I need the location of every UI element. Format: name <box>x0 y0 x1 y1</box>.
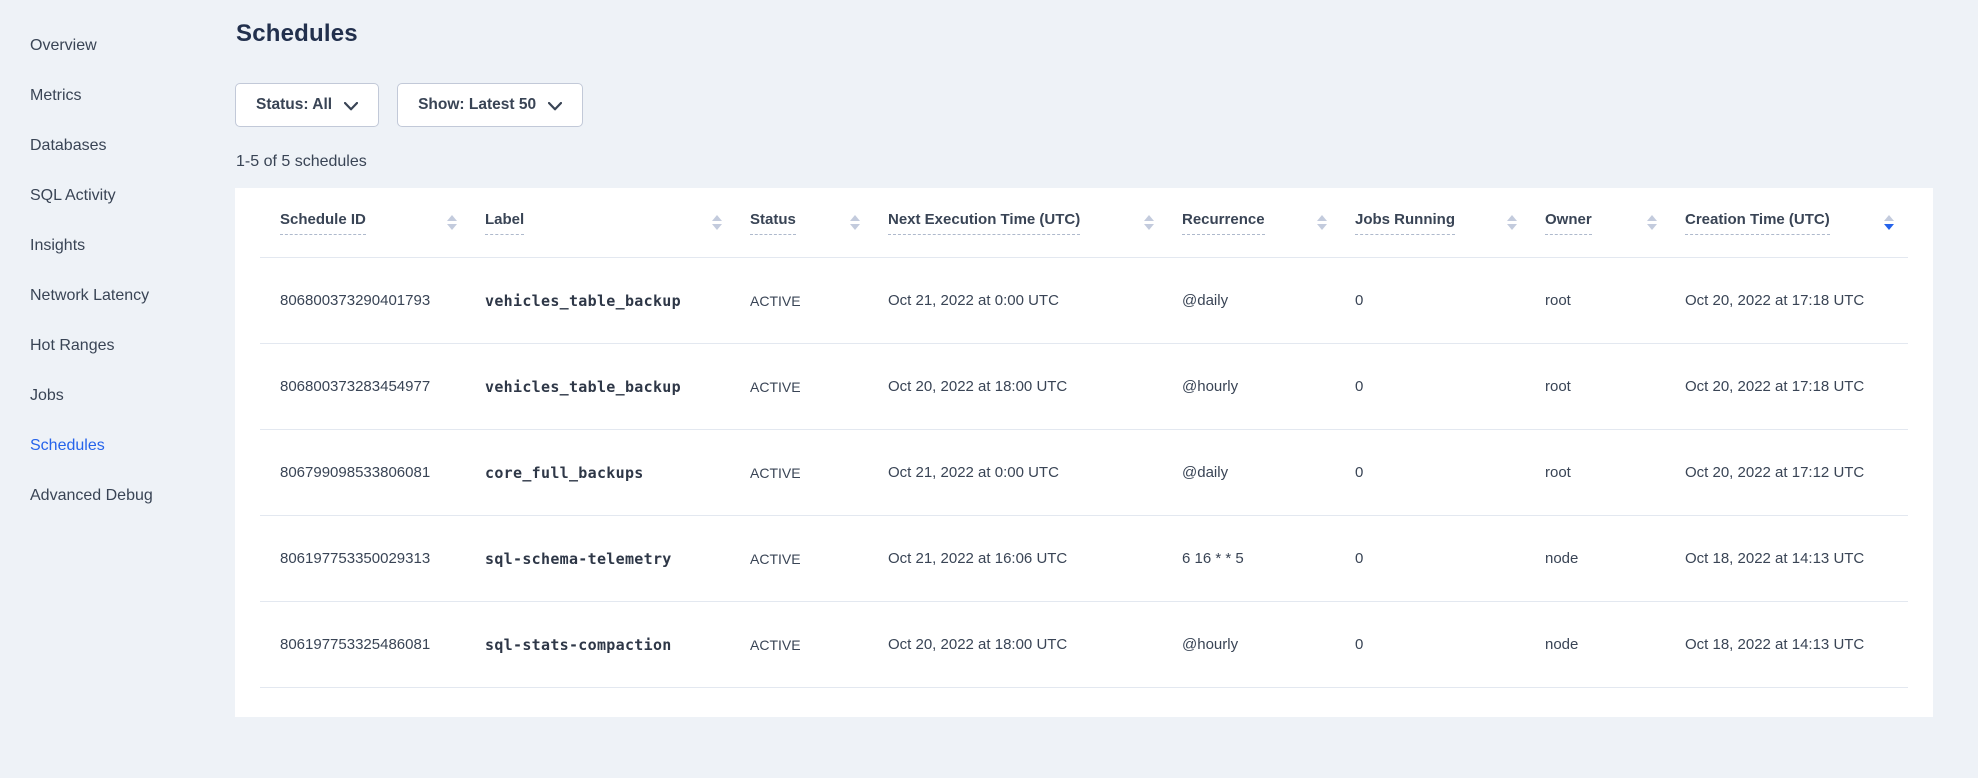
sidebar-item-insights[interactable]: Insights <box>0 221 233 271</box>
show-limit-label: Show: Latest 50 <box>418 96 536 114</box>
cell-label: sql-stats-compaction <box>485 636 750 654</box>
sidebar-item-schedules[interactable]: Schedules <box>0 421 233 471</box>
cell-recurrence: @hourly <box>1182 636 1355 653</box>
cell-jobs-running: 0 <box>1355 464 1545 481</box>
cell-creation-time: Oct 18, 2022 at 14:13 UTC <box>1685 550 1908 567</box>
column-header-owner[interactable]: Owner <box>1545 211 1685 235</box>
cell-status: ACTIVE <box>750 637 888 653</box>
column-header-jobs-running[interactable]: Jobs Running <box>1355 211 1545 235</box>
column-header-next-execution-time[interactable]: Next Execution Time (UTC) <box>888 211 1182 235</box>
cell-creation-time: Oct 20, 2022 at 17:18 UTC <box>1685 292 1908 309</box>
cell-recurrence: @hourly <box>1182 378 1355 395</box>
cell-jobs-running: 0 <box>1355 636 1545 653</box>
status-filter-label: Status: All <box>256 96 332 114</box>
column-label: Owner <box>1545 211 1592 235</box>
column-header-recurrence[interactable]: Recurrence <box>1182 211 1355 235</box>
cell-owner: node <box>1545 550 1685 567</box>
cell-status: ACTIVE <box>750 379 888 395</box>
column-header-schedule-id[interactable]: Schedule ID <box>280 211 485 235</box>
sidebar-nav: Overview Metrics Databases SQL Activity … <box>0 0 233 778</box>
column-label: Next Execution Time (UTC) <box>888 211 1080 235</box>
cell-status: ACTIVE <box>750 551 888 567</box>
table-row: 806800373290401793 vehicles_table_backup… <box>260 258 1908 344</box>
cell-jobs-running: 0 <box>1355 292 1545 309</box>
cell-schedule-id: 806800373283454977 <box>280 378 485 395</box>
filter-bar: Status: All Show: Latest 50 <box>235 83 583 127</box>
chevron-down-icon <box>344 100 358 111</box>
cell-owner: root <box>1545 292 1685 309</box>
cell-schedule-id: 806197753350029313 <box>280 550 485 567</box>
sidebar-item-hot-ranges[interactable]: Hot Ranges <box>0 321 233 371</box>
table-row: 806197753350029313 sql-schema-telemetry … <box>260 516 1908 602</box>
cell-schedule-id: 806197753325486081 <box>280 636 485 653</box>
column-header-status[interactable]: Status <box>750 211 888 235</box>
cell-label: vehicles_table_backup <box>485 378 750 396</box>
cell-next-execution: Oct 20, 2022 at 18:00 UTC <box>888 378 1182 395</box>
sort-icon[interactable] <box>1317 215 1327 230</box>
column-label: Status <box>750 211 796 235</box>
table-row: 806799098533806081 core_full_backups ACT… <box>260 430 1908 516</box>
cell-status: ACTIVE <box>750 465 888 481</box>
cell-creation-time: Oct 20, 2022 at 17:18 UTC <box>1685 378 1908 395</box>
cell-owner: root <box>1545 464 1685 481</box>
cell-next-execution: Oct 20, 2022 at 18:00 UTC <box>888 636 1182 653</box>
cell-next-execution: Oct 21, 2022 at 0:00 UTC <box>888 292 1182 309</box>
cell-recurrence: @daily <box>1182 292 1355 309</box>
cell-label: vehicles_table_backup <box>485 292 750 310</box>
sidebar-item-overview[interactable]: Overview <box>0 21 233 71</box>
results-count: 1-5 of 5 schedules <box>236 153 367 171</box>
column-label: Label <box>485 211 524 235</box>
sort-icon[interactable] <box>850 215 860 230</box>
sort-icon[interactable] <box>712 215 722 230</box>
status-filter-dropdown[interactable]: Status: All <box>235 83 379 127</box>
cell-recurrence: 6 16 * * 5 <box>1182 550 1355 567</box>
cell-jobs-running: 0 <box>1355 550 1545 567</box>
sort-icon[interactable] <box>1884 215 1894 230</box>
sidebar-item-metrics[interactable]: Metrics <box>0 71 233 121</box>
sidebar-item-advanced-debug[interactable]: Advanced Debug <box>0 471 233 521</box>
sort-icon[interactable] <box>1507 215 1517 230</box>
cell-schedule-id: 806799098533806081 <box>280 464 485 481</box>
show-limit-dropdown[interactable]: Show: Latest 50 <box>397 83 583 127</box>
cell-next-execution: Oct 21, 2022 at 16:06 UTC <box>888 550 1182 567</box>
cell-jobs-running: 0 <box>1355 378 1545 395</box>
schedules-table-card: Schedule ID Label Status Next Execution … <box>235 188 1933 717</box>
cell-owner: node <box>1545 636 1685 653</box>
sidebar-item-sql-activity[interactable]: SQL Activity <box>0 171 233 221</box>
cell-recurrence: @daily <box>1182 464 1355 481</box>
cell-creation-time: Oct 20, 2022 at 17:12 UTC <box>1685 464 1908 481</box>
table-header-row: Schedule ID Label Status Next Execution … <box>260 188 1908 258</box>
column-label: Recurrence <box>1182 211 1265 235</box>
cell-status: ACTIVE <box>750 293 888 309</box>
column-header-label[interactable]: Label <box>485 211 750 235</box>
sort-icon[interactable] <box>1647 215 1657 230</box>
sidebar-item-jobs[interactable]: Jobs <box>0 371 233 421</box>
table-row: 806800373283454977 vehicles_table_backup… <box>260 344 1908 430</box>
sort-icon[interactable] <box>1144 215 1154 230</box>
column-label: Jobs Running <box>1355 211 1455 235</box>
column-label: Creation Time (UTC) <box>1685 211 1830 235</box>
cell-creation-time: Oct 18, 2022 at 14:13 UTC <box>1685 636 1908 653</box>
table-row: 806197753325486081 sql-stats-compaction … <box>260 602 1908 688</box>
cell-owner: root <box>1545 378 1685 395</box>
sidebar-item-databases[interactable]: Databases <box>0 121 233 171</box>
column-header-creation-time[interactable]: Creation Time (UTC) <box>1685 211 1908 235</box>
sort-icon[interactable] <box>447 215 457 230</box>
cell-next-execution: Oct 21, 2022 at 0:00 UTC <box>888 464 1182 481</box>
cell-label: core_full_backups <box>485 464 750 482</box>
sidebar-item-network-latency[interactable]: Network Latency <box>0 271 233 321</box>
cell-label: sql-schema-telemetry <box>485 550 750 568</box>
column-label: Schedule ID <box>280 211 366 235</box>
cell-schedule-id: 806800373290401793 <box>280 292 485 309</box>
chevron-down-icon <box>548 100 562 111</box>
page-title: Schedules <box>236 20 358 48</box>
